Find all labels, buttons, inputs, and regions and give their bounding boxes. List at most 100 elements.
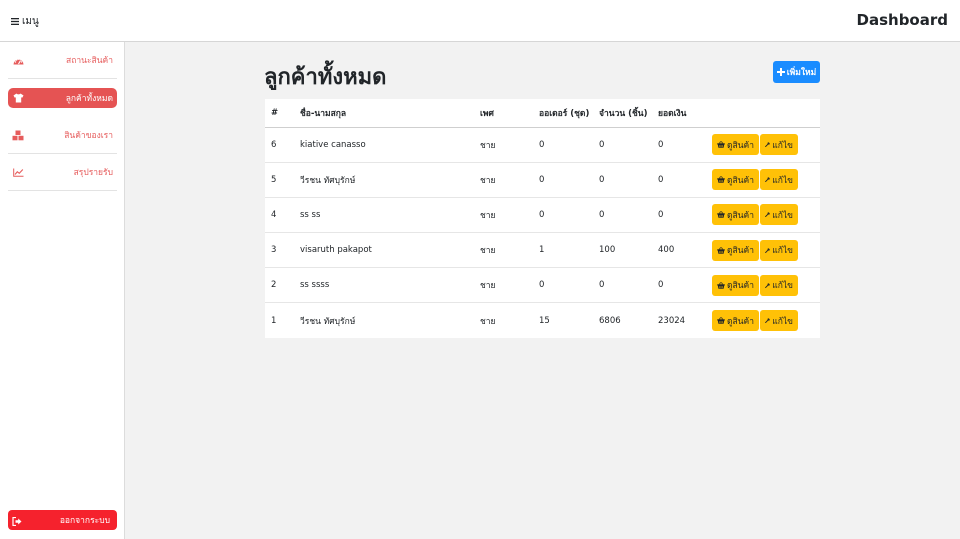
- cell-actions: ดูสินค้า แก้ไข: [712, 127, 820, 162]
- cell-quantity: 6806: [593, 302, 652, 339]
- table-row: 3 visaruth pakapot ชาย 1 100 400 ดูสินค้…: [265, 232, 820, 268]
- cell-gender: ชาย: [474, 232, 533, 268]
- edit-button[interactable]: แก้ไข: [760, 310, 798, 332]
- cell-id: 6: [271, 139, 277, 150]
- sign-out-icon: [12, 511, 22, 530]
- cell-name: วีรชน ทัศบุรักษ์: [294, 302, 474, 339]
- cell-orders: 0: [533, 196, 593, 233]
- menu-toggle[interactable]: เมนู: [11, 14, 39, 29]
- hamburger-icon: [11, 18, 19, 25]
- wrench-icon: [765, 283, 770, 288]
- cell-name: kiative canasso: [300, 139, 366, 150]
- edit-label: แก้ไข: [772, 281, 793, 292]
- basket-icon: [717, 176, 725, 184]
- sidebar-item-income-summary[interactable]: สรุปรายรับ: [8, 154, 117, 191]
- wrench-icon: [765, 142, 770, 148]
- cell-amount: 400: [652, 232, 712, 268]
- wrench-icon: [765, 177, 770, 183]
- logout-label: ออกจากระบบ: [59, 516, 110, 526]
- view-products-button[interactable]: ดูสินค้า: [712, 239, 759, 261]
- edit-label: แก้ไข: [772, 246, 793, 257]
- column-header-actions: [712, 99, 820, 128]
- column-header-name: ชื่อ-นามสกุล: [294, 99, 474, 128]
- edit-label: แก้ไข: [772, 140, 793, 151]
- cell-orders: 1: [533, 232, 593, 268]
- table-row: 4 ss ss ชาย 0 0 0 ดูสินค้า แก้ไข: [265, 196, 820, 233]
- cell-id: 4: [265, 196, 294, 233]
- cubes-icon: [12, 129, 24, 141]
- table-row: 1 วีรชน ทัศบุรักษ์ ชาย 15 6806 23024 ดูส…: [265, 302, 820, 339]
- wrench-icon: [765, 247, 770, 253]
- view-products-button[interactable]: ดูสินค้า: [712, 310, 759, 332]
- view-products-label: ดูสินค้า: [727, 246, 754, 257]
- cell-name: ss ss: [294, 196, 474, 233]
- table-row: 2 ss ssss ชาย 0 0 0 ดูสินค้า แก้ไข: [265, 267, 820, 303]
- logout-button[interactable]: ออกจากระบบ: [8, 510, 117, 530]
- cell-quantity: 0: [593, 196, 652, 233]
- cell-quantity: 100: [593, 232, 652, 268]
- cell-gender: ชาย: [474, 302, 533, 339]
- cell-gender: ชาย: [474, 267, 533, 303]
- customers-table-container: # ชื่อ-นามสกุล เพศ ออเดอร์ (ชุด) จำนวน (…: [265, 99, 820, 339]
- cell-amount: 0: [658, 139, 664, 150]
- cell-actions: ดูสินค้า แก้ไข: [712, 196, 820, 233]
- view-products-label: ดูสินค้า: [727, 210, 754, 221]
- cell-name: วีรชน ทัศบุรักษ์: [294, 161, 474, 198]
- wrench-icon: [765, 318, 770, 324]
- wrench-icon: [765, 212, 770, 218]
- sidebar: สถานะสินค้า ลูกค้าทั้งหมด สินค้าของเรา ส…: [0, 42, 125, 539]
- sidebar-item-label: สรุปรายรับ: [73, 168, 113, 178]
- cell-actions: ดูสินค้า แก้ไข: [712, 267, 820, 303]
- cell-quantity: 0: [593, 161, 652, 198]
- view-products-button[interactable]: ดูสินค้า: [712, 204, 759, 226]
- view-products-button[interactable]: ดูสินค้า: [712, 134, 759, 156]
- customers-table: # ชื่อ-นามสกุล เพศ ออเดอร์ (ชุด) จำนวน (…: [265, 99, 820, 339]
- cell-name: visaruth pakapot: [294, 232, 474, 268]
- page-title: ลูกค้าทั้งหมด: [264, 65, 387, 90]
- cell-orders: 0: [533, 267, 593, 303]
- cell-orders: 0: [539, 139, 545, 150]
- sidebar-item-label: ลูกค้าทั้งหมด: [65, 94, 113, 104]
- add-new-button[interactable]: เพิ่มใหม่: [773, 61, 820, 83]
- cell-orders: 15: [533, 302, 593, 339]
- column-header-number: #: [265, 99, 294, 128]
- dashboard-gauge-icon: [12, 54, 24, 66]
- sidebar-item-label: สถานะสินค้า: [66, 56, 113, 66]
- basket-icon: [717, 211, 725, 219]
- column-header-amount: ยอดเงิน: [652, 99, 712, 128]
- edit-label: แก้ไข: [772, 316, 793, 327]
- edit-button[interactable]: แก้ไข: [760, 169, 798, 191]
- column-header-gender: เพศ: [474, 99, 533, 128]
- view-products-label: ดูสินค้า: [727, 140, 754, 151]
- edit-button[interactable]: แก้ไข: [760, 204, 798, 226]
- table-row: 5 วีรชน ทัศบุรักษ์ ชาย 0 0 0 ดูสินค้า แก…: [265, 161, 820, 198]
- edit-button[interactable]: แก้ไข: [760, 134, 798, 156]
- sidebar-item-our-products[interactable]: สินค้าของเรา: [8, 117, 117, 154]
- cell-amount: 0: [652, 267, 712, 303]
- cell-amount: 0: [652, 196, 712, 233]
- plus-icon: [776, 68, 785, 76]
- sidebar-item-product-status[interactable]: สถานะสินค้า: [8, 42, 117, 79]
- cell-name: ss ssss: [294, 267, 474, 303]
- basket-icon: [717, 282, 725, 289]
- cell-gender: ชาย: [474, 161, 533, 198]
- edit-button[interactable]: แก้ไข: [760, 239, 798, 261]
- basket-icon: [717, 317, 725, 325]
- shirt-icon: [12, 92, 24, 104]
- cell-quantity: 0: [599, 139, 605, 150]
- cell-quantity: 0: [593, 267, 652, 303]
- cell-actions: ดูสินค้า แก้ไข: [712, 232, 820, 268]
- table-header-row: # ชื่อ-นามสกุล เพศ ออเดอร์ (ชุด) จำนวน (…: [265, 99, 820, 128]
- cell-id: 3: [265, 232, 294, 268]
- view-products-button[interactable]: ดูสินค้า: [712, 169, 759, 191]
- add-new-label: เพิ่มใหม่: [786, 68, 817, 78]
- cell-gender: ชาย: [474, 196, 533, 233]
- edit-label: แก้ไข: [772, 210, 793, 221]
- sidebar-item-all-customers[interactable]: ลูกค้าทั้งหมด: [8, 88, 117, 108]
- cell-id: 5: [265, 161, 294, 198]
- line-chart-icon: [12, 166, 24, 178]
- view-products-button[interactable]: ดูสินค้า: [712, 274, 759, 296]
- edit-button[interactable]: แก้ไข: [760, 274, 798, 296]
- sidebar-item-label: สินค้าของเรา: [64, 131, 113, 141]
- brand-title[interactable]: Dashboard: [857, 11, 948, 29]
